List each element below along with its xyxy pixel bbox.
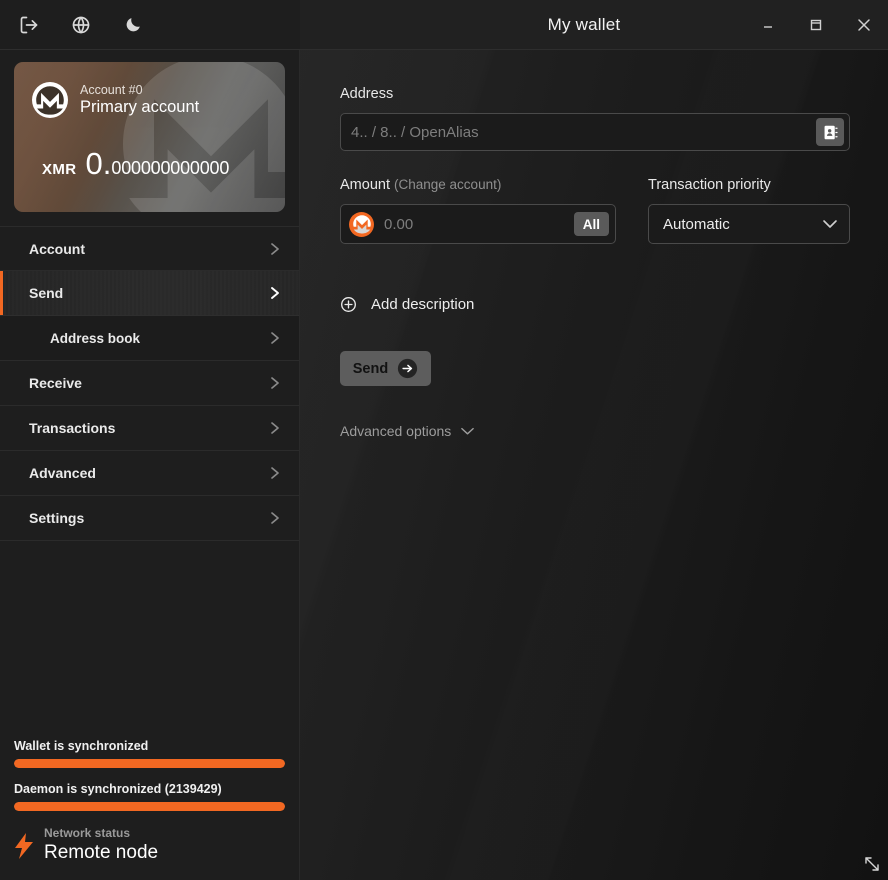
chevron-right-icon	[269, 330, 281, 346]
priority-label: Transaction priority	[648, 177, 771, 193]
sidebar: Account #0 Primary account XMR 0. 000000…	[0, 50, 300, 880]
daemon-sync-progressbar	[14, 802, 285, 812]
account-number: Account #0	[80, 82, 143, 97]
transaction-priority-select[interactable]: Automatic	[648, 204, 850, 244]
send-button-label: Send	[352, 360, 389, 377]
chevron-right-icon	[269, 420, 281, 436]
maximize-button[interactable]	[792, 0, 840, 50]
account-name: Primary account	[80, 98, 200, 117]
amount-all-button[interactable]: All	[573, 212, 609, 236]
amount-label-text: Amount	[340, 177, 390, 193]
window-resize-handle[interactable]	[862, 854, 882, 874]
title-bar: My wallet	[0, 0, 888, 50]
sidebar-item-account[interactable]: Account	[0, 226, 299, 271]
titlebar-tool-icons	[0, 0, 300, 49]
address-book-icon[interactable]	[816, 118, 844, 146]
sidebar-item-address-book[interactable]: Address book	[0, 316, 299, 361]
network-status-label: Network status	[44, 826, 131, 841]
balance-fraction: 000000000000	[111, 158, 230, 178]
amount-priority-row: Amount (Change account) 0.00 All Transac…	[340, 177, 850, 244]
sidebar-item-transactions[interactable]: Transactions	[0, 406, 299, 451]
daemon-sync-progress-fill	[14, 802, 285, 812]
account-balance: XMR 0. 000000000000	[14, 118, 285, 179]
daemon-sync-status: Daemon is synchronized (2139429)	[14, 782, 285, 812]
wallet-window: My wallet Account #0 Primary account XMR…	[0, 0, 888, 880]
balance-integer: 0.	[85, 146, 112, 181]
plus-circle-icon	[340, 296, 357, 313]
sidebar-item-label: Account	[29, 240, 85, 257]
sidebar-item-label: Receive	[29, 375, 82, 391]
minimize-button[interactable]	[744, 0, 792, 50]
priority-selected-value: Automatic	[663, 215, 730, 233]
add-description-label: Add description	[371, 296, 475, 313]
monero-logo-icon	[32, 82, 68, 118]
advanced-options-toggle[interactable]: Advanced options	[340, 423, 475, 439]
sidebar-item-settings[interactable]: Settings	[0, 496, 299, 541]
page-title: My wallet	[547, 14, 621, 34]
sidebar-item-label: Transactions	[29, 420, 116, 436]
amount-input[interactable]: 0.00 All	[340, 204, 616, 244]
moon-icon[interactable]	[118, 10, 148, 40]
network-status-row[interactable]: Network status Remote node	[14, 825, 285, 864]
wallet-sync-status: Wallet is synchronized	[14, 739, 285, 769]
monero-coin-icon	[349, 211, 374, 237]
chevron-down-icon	[460, 426, 475, 436]
add-description-button[interactable]: Add description	[340, 296, 474, 313]
sidebar-item-receive[interactable]: Receive	[0, 361, 299, 406]
logout-icon[interactable]	[14, 10, 44, 40]
account-card[interactable]: Account #0 Primary account XMR 0. 000000…	[14, 62, 285, 212]
address-input[interactable]: 4.. / 8.. / OpenAlias	[340, 113, 850, 151]
advanced-options-label: Advanced options	[340, 423, 452, 439]
wallet-sync-progress-fill	[14, 759, 285, 769]
address-field-group: Address 4.. / 8.. / OpenAlias	[340, 86, 850, 151]
change-account-link[interactable]: (Change account)	[394, 177, 501, 192]
chevron-down-icon	[822, 219, 838, 229]
window-body: Account #0 Primary account XMR 0. 000000…	[0, 50, 888, 880]
send-button[interactable]: Send	[340, 351, 431, 386]
globe-icon[interactable]	[66, 10, 96, 40]
amount-input-placeholder: 0.00	[384, 215, 414, 233]
address-input-placeholder: 4.. / 8.. / OpenAlias	[351, 123, 479, 141]
chevron-right-icon	[269, 465, 281, 481]
amount-label: Amount (Change account)	[340, 177, 616, 193]
balance-currency: XMR	[42, 161, 77, 178]
send-form: Address 4.. / 8.. / OpenAlias Amount (Ch…	[300, 50, 888, 439]
lightning-bolt-icon	[14, 832, 34, 859]
priority-field-group: Transaction priority Automatic	[648, 177, 850, 244]
sync-status-block: Wallet is synchronized Daemon is synchro…	[0, 739, 299, 880]
arrow-right-circle-icon	[397, 358, 418, 379]
network-status-value: Remote node	[44, 842, 159, 864]
chevron-right-icon	[269, 285, 281, 301]
wallet-sync-label: Wallet is synchronized	[14, 739, 149, 754]
sidebar-item-label: Settings	[29, 510, 85, 526]
chevron-right-icon	[269, 510, 281, 526]
amount-field-group: Amount (Change account) 0.00 All	[340, 177, 616, 244]
account-card-header: Account #0 Primary account	[14, 62, 285, 118]
chevron-right-icon	[269, 241, 281, 257]
sidebar-item-send[interactable]: Send	[0, 271, 299, 316]
main-content: Address 4.. / 8.. / OpenAlias Amount (Ch…	[300, 50, 888, 880]
sidebar-item-label: Advanced	[29, 465, 96, 481]
chevron-right-icon	[269, 375, 281, 391]
wallet-sync-progressbar	[14, 759, 285, 769]
address-label: Address	[340, 86, 394, 102]
sidebar-nav: Account Send Address book Receive Transa…	[0, 222, 299, 541]
close-button[interactable]	[840, 0, 888, 50]
daemon-sync-label: Daemon is synchronized (2139429)	[14, 782, 222, 797]
sidebar-item-label: Send	[29, 285, 64, 301]
window-controls	[744, 0, 888, 49]
sidebar-item-label: Address book	[50, 330, 141, 346]
sidebar-item-advanced[interactable]: Advanced	[0, 451, 299, 496]
